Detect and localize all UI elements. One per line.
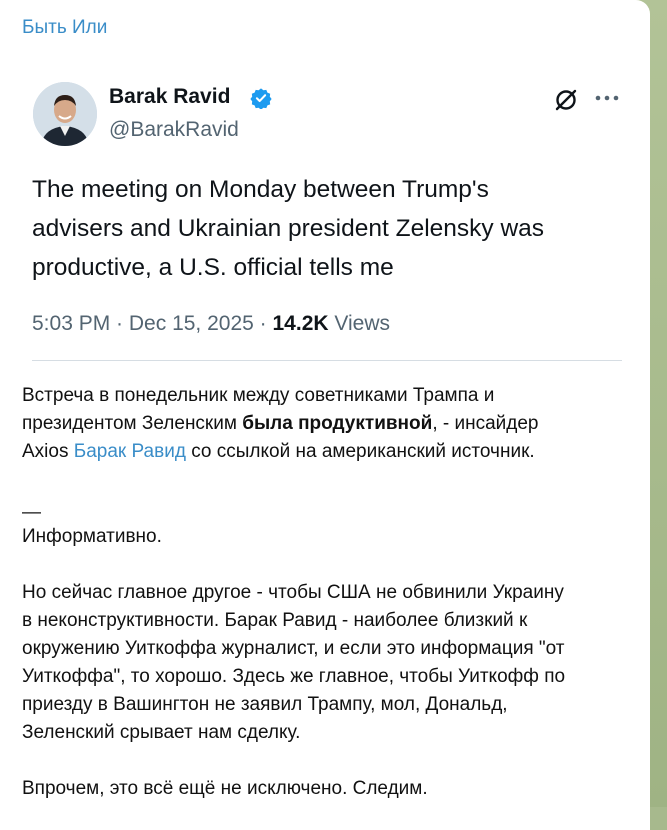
message-line: Но сейчас главное другое - чтобы США не … <box>22 582 564 603</box>
message-fragment: президентом Зеленским <box>22 413 243 434</box>
grok-icon[interactable] <box>553 87 579 113</box>
message-fragment: , - инсайдер <box>432 413 539 434</box>
message-line: Зеленский срывает нам сделку. <box>22 722 301 743</box>
message-line: президентом Зеленским была продуктивной,… <box>22 410 637 438</box>
message-line: Информативно. <box>22 526 162 547</box>
message-line: Уиткоффа", то хорошо. Здесь же главное, … <box>22 666 566 687</box>
meta-separator: · <box>110 312 129 335</box>
message-fragment: Axios <box>22 441 74 462</box>
message-bold-fragment: была продуктивной <box>242 413 433 434</box>
message-line: Встреча в понедельник между советниками … <box>22 385 495 406</box>
message-bubble: Быть Или Barak Ravid @BarakRavid The mee… <box>0 0 650 830</box>
tweet-divider <box>32 360 622 361</box>
channel-name[interactable]: Быть Или <box>22 17 107 39</box>
message-line: Axios Барак Равид со ссылкой на американ… <box>22 438 637 466</box>
message-text: Встреча в понедельник между советниками … <box>22 382 637 803</box>
separator-dash: — <box>22 502 41 523</box>
tweet-date[interactable]: Dec 15, 2025 <box>129 312 254 335</box>
tweet-text-line: The meeting on Monday between Trump's <box>32 176 489 203</box>
views-count: 14.2K <box>272 312 329 335</box>
mention-link[interactable]: Барак Равид <box>74 441 186 462</box>
tweet-text-line: productive, a U.S. official tells me <box>32 254 394 281</box>
verified-badge-icon <box>250 88 272 109</box>
tweet-meta: 5:03 PM · Dec 15, 2025 · 14.2K Views <box>32 312 390 336</box>
views-label: Views <box>328 312 391 335</box>
tweet-embed[interactable]: Barak Ravid @BarakRavid The meeting on M… <box>10 58 640 376</box>
message-line: в неконструктивности. Барак Равид - наиб… <box>22 610 528 631</box>
message-line: окружению Уиткоффа журналист, и если это… <box>22 638 565 659</box>
more-horizontal-icon[interactable] <box>594 92 620 104</box>
avatar[interactable] <box>33 82 97 146</box>
meta-separator: · <box>253 312 273 335</box>
tweet-text: The meeting on Monday between Trump's ad… <box>32 170 632 287</box>
message-fragment: со ссылкой на американский источник. <box>185 441 535 462</box>
author-handle[interactable]: @BarakRavid <box>109 118 239 142</box>
tweet-time[interactable]: 5:03 PM <box>32 312 110 335</box>
tweet-text-line: advisers and Ukrainian president Zelensk… <box>32 215 545 242</box>
author-name[interactable]: Barak Ravid <box>109 85 230 109</box>
message-line: Впрочем, это всё ещё не исключено. Следи… <box>22 778 428 799</box>
message-line: приезду в Вашингтон не заявил Трампу, мо… <box>22 694 508 715</box>
